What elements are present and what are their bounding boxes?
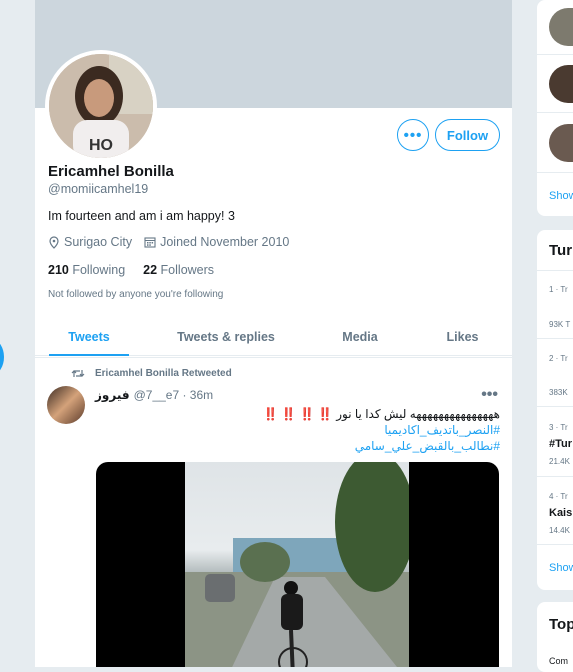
trend-meta: 2 · Tr [549, 354, 568, 363]
trend-count: 21.4K [549, 457, 570, 466]
trend-name[interactable]: #Tur [549, 438, 572, 450]
following-label: Following [72, 263, 126, 277]
suggested-user-avatar[interactable] [549, 8, 573, 46]
trends-title: Tur [549, 242, 573, 259]
display-name: Ericamhel Bonilla [48, 163, 174, 180]
topics-title: Top [549, 616, 573, 633]
tweet-line: هههههههههههههههه ليش كدا يا نور [336, 407, 500, 421]
profile-meta: Surigao City Joined November 2010 [48, 235, 503, 249]
following-count: 210 [48, 263, 69, 277]
topics-card: Top Com [537, 602, 573, 672]
following-link[interactable]: 210 Following [48, 263, 125, 277]
tweet-author-name[interactable]: فيروز [95, 388, 130, 402]
profile-column: HO ••• Follow Ericamhel Bonilla @momiica… [34, 0, 513, 667]
tweet-author-handle-time[interactable]: @7__e7 · 36m [134, 388, 214, 402]
retweet-icon [71, 368, 85, 379]
video-frame [185, 462, 409, 667]
hashtag-link[interactable]: #نطالب_بالقبض_علي_سامي [120, 438, 500, 454]
tweet-text: هههههههههههههههه ليش كدا يا نور ‼️ ‼️ ‼️… [120, 406, 500, 454]
trend-meta: 1 · Tr [549, 285, 568, 294]
suggested-user-avatar[interactable] [549, 124, 573, 162]
location: Surigao City [48, 235, 132, 249]
profile-tabs: Tweets Tweets & replies Media Likes [35, 318, 512, 356]
who-to-follow-card: Show [537, 0, 573, 216]
suggested-user-avatar[interactable] [549, 65, 573, 103]
trend-meta: 3 · Tr [549, 423, 568, 432]
trends-card: Tur 1 · Tr 93K T 2 · Tr 383K 3 · Tr #Tur… [537, 230, 573, 590]
join-date: Joined November 2010 [144, 235, 289, 249]
not-followed-note: Not followed by anyone you're following [48, 289, 224, 300]
trend-count: 14.4K [549, 526, 570, 535]
retweet-indicator: Ericamhel Bonilla Retweeted [71, 368, 232, 379]
trend-name[interactable]: Kais [549, 507, 572, 519]
followers-label: Followers [160, 263, 215, 277]
followers-link[interactable]: 22 Followers [143, 263, 214, 277]
floating-compose-button[interactable] [0, 340, 4, 374]
retweet-label: Ericamhel Bonilla Retweeted [95, 368, 232, 379]
join-date-text: Joined November 2010 [160, 235, 290, 249]
trend-count: 93K T [549, 320, 571, 329]
follow-counts: 210 Following 22 Followers [48, 263, 503, 277]
tweet-video[interactable] [96, 462, 499, 667]
tweet-emoji: ‼️ ‼️ ‼️ ‼️ [263, 407, 333, 421]
trend-count: 383K [549, 388, 568, 397]
location-pin-icon [48, 235, 60, 249]
hashtag-link[interactable]: #النصر_باتديف_اكاديميا [120, 422, 500, 438]
follow-button[interactable]: Follow [435, 119, 500, 151]
tweet[interactable]: Ericamhel Bonilla Retweeted فيروز @7__e7… [35, 357, 512, 667]
show-more-link[interactable]: Show [549, 190, 573, 202]
profile-avatar[interactable]: HO [45, 50, 157, 162]
calendar-icon [144, 236, 156, 248]
location-text: Surigao City [64, 235, 133, 249]
right-sidebar: Show Tur 1 · Tr 93K T 2 · Tr 383K 3 · Tr… [537, 0, 573, 672]
tweet-header: فيروز @7__e7 · 36m [95, 388, 213, 402]
tab-media[interactable]: Media [309, 318, 411, 355]
profile-handle: @momiicamhel19 [48, 182, 149, 196]
trend-meta: 4 · Tr [549, 492, 568, 501]
svg-text:HO: HO [89, 137, 113, 154]
profile-bio: Im fourteen and am i am happy! 3 [48, 209, 235, 223]
tab-tweets[interactable]: Tweets [35, 318, 143, 356]
tweet-more-icon[interactable]: ••• [481, 386, 498, 404]
followers-count: 22 [143, 263, 158, 277]
show-more-link[interactable]: Show [549, 562, 573, 574]
tweet-author-avatar[interactable] [47, 386, 85, 424]
profile-info: Ericamhel Bonilla @momiicamhel19 Im four… [48, 163, 503, 300]
more-options-button[interactable]: ••• [397, 119, 429, 151]
tab-tweets-replies[interactable]: Tweets & replies [143, 318, 309, 355]
topic-item[interactable]: Com [549, 656, 568, 666]
tab-likes[interactable]: Likes [411, 318, 512, 355]
